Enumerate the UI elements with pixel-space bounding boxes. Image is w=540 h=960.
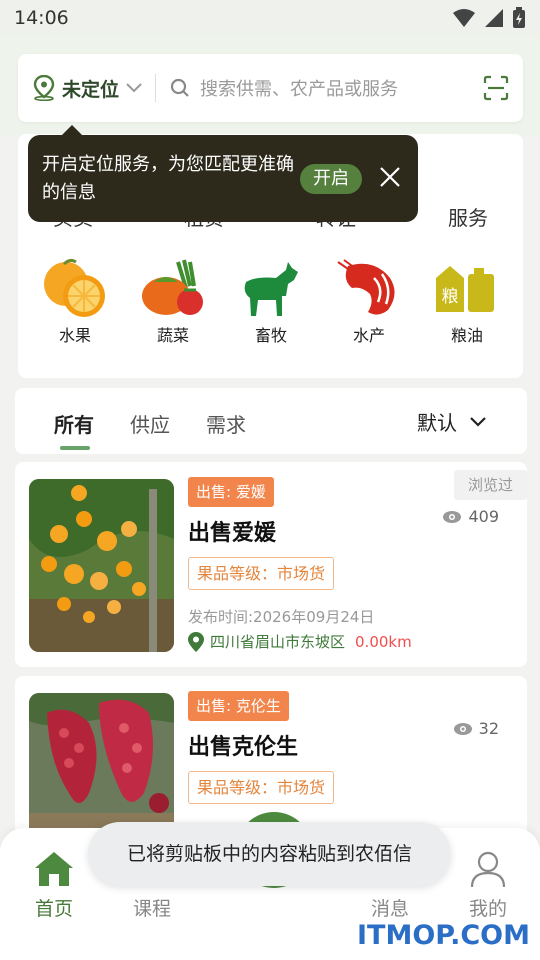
post-distance: 0.00km	[355, 632, 412, 651]
nav-label: 首页	[34, 898, 73, 920]
filter-tab-all[interactable]: 所有	[54, 409, 94, 438]
chevron-down-icon	[126, 83, 142, 93]
close-icon[interactable]	[378, 165, 402, 189]
category-item-grain-oil[interactable]: 粮 粮油	[418, 258, 516, 346]
category-item-aquatic[interactable]: 水产	[320, 258, 418, 346]
clipboard-toast: 已将剪贴板中的内容粘贴到农佰信	[88, 822, 451, 886]
category-label: 水产	[352, 326, 385, 345]
watermark: ITMOP.COM	[356, 920, 530, 951]
vegetable-icon	[142, 259, 203, 315]
wifi-icon	[453, 9, 475, 27]
nav-item-profile[interactable]: 我的	[448, 850, 528, 921]
sort-dropdown[interactable]: 默认	[417, 407, 487, 436]
active-tab-indicator	[60, 446, 90, 450]
tooltip-text: 开启定位服务，为您匹配更准确的信息	[42, 154, 294, 203]
nav-item-home[interactable]: 首页	[14, 850, 94, 921]
post-date: 发布时间:2026年09月24日	[188, 608, 375, 626]
post-grade: 果品等级：市场货	[188, 557, 335, 590]
post-title: 出售克伦生	[188, 735, 299, 760]
nav-label: 课程	[132, 898, 171, 920]
enable-location-button[interactable]: 开启	[300, 164, 362, 194]
aquatic-icon	[337, 259, 395, 315]
post-card[interactable]: 浏览过 出售: 爱媛 409 出售爱媛 果品等级：市场货 发布时间:2026年0…	[15, 462, 527, 667]
status-bar: 14:06	[0, 0, 540, 36]
location-pin-icon	[33, 75, 55, 101]
sort-label: 默认	[417, 411, 457, 435]
grain-glyph: 粮	[442, 287, 459, 307]
category-item-livestock[interactable]: 畜牧	[222, 258, 320, 346]
home-icon	[35, 852, 73, 886]
status-icons	[452, 7, 526, 29]
signal-icon	[485, 9, 503, 27]
user-icon	[470, 851, 506, 888]
post-tag: 出售: 克伦生	[188, 691, 289, 721]
search-input[interactable]: 搜索供需、农产品或服务	[200, 75, 398, 101]
grain-oil-icon: 粮	[436, 266, 494, 312]
view-count: 32	[453, 719, 499, 738]
post-location: 四川省眉山市东坡区 0.00km	[188, 631, 412, 652]
battery-icon	[513, 7, 525, 28]
location-permission-tooltip: 开启定位服务，为您匹配更准确的信息 开启	[28, 125, 418, 222]
post-tag: 出售: 爱媛	[188, 477, 274, 507]
nav-label: 消息	[370, 898, 409, 920]
viewed-badge: 浏览过	[454, 470, 527, 500]
livestock-icon	[244, 262, 298, 316]
location-label: 未定位	[62, 78, 120, 101]
location-pin-icon	[188, 631, 204, 652]
post-title: 出售爱媛	[188, 521, 277, 546]
eye-icon	[453, 722, 472, 735]
category-items: 水果 蔬菜 畜牧 水产 粮 粮油	[26, 258, 526, 346]
post-grade: 果品等级：市场货	[188, 771, 335, 804]
category-item-fruit[interactable]: 水果	[26, 258, 124, 346]
category-tab-service[interactable]: 服务	[448, 202, 488, 231]
category-label: 蔬菜	[156, 326, 189, 345]
search-icon	[170, 78, 189, 97]
eye-icon	[443, 510, 462, 523]
search-bar: 未定位 搜索供需、农产品或服务	[18, 54, 523, 122]
filter-bar: 所有 供应 需求 默认	[15, 388, 527, 454]
status-time: 14:06	[14, 7, 69, 29]
filter-tab-demand[interactable]: 需求	[206, 409, 246, 438]
location-selector[interactable]: 未定位	[32, 75, 143, 102]
view-count-value: 32	[478, 719, 499, 738]
fruit-icon	[44, 258, 105, 317]
post-location-text: 四川省眉山市东坡区	[210, 633, 346, 651]
chevron-down-icon	[470, 416, 486, 427]
category-label: 水果	[58, 326, 91, 345]
post-image-orange	[29, 479, 174, 652]
view-count: 409	[442, 507, 499, 526]
scan-icon[interactable]	[483, 75, 509, 101]
category-label: 粮油	[450, 326, 483, 345]
category-item-vegetable[interactable]: 蔬菜	[124, 258, 222, 346]
view-count-value: 409	[468, 507, 499, 526]
filter-tab-supply[interactable]: 供应	[130, 409, 170, 438]
nav-label: 我的	[468, 898, 507, 920]
search-divider	[155, 74, 157, 102]
category-label: 畜牧	[254, 326, 287, 345]
